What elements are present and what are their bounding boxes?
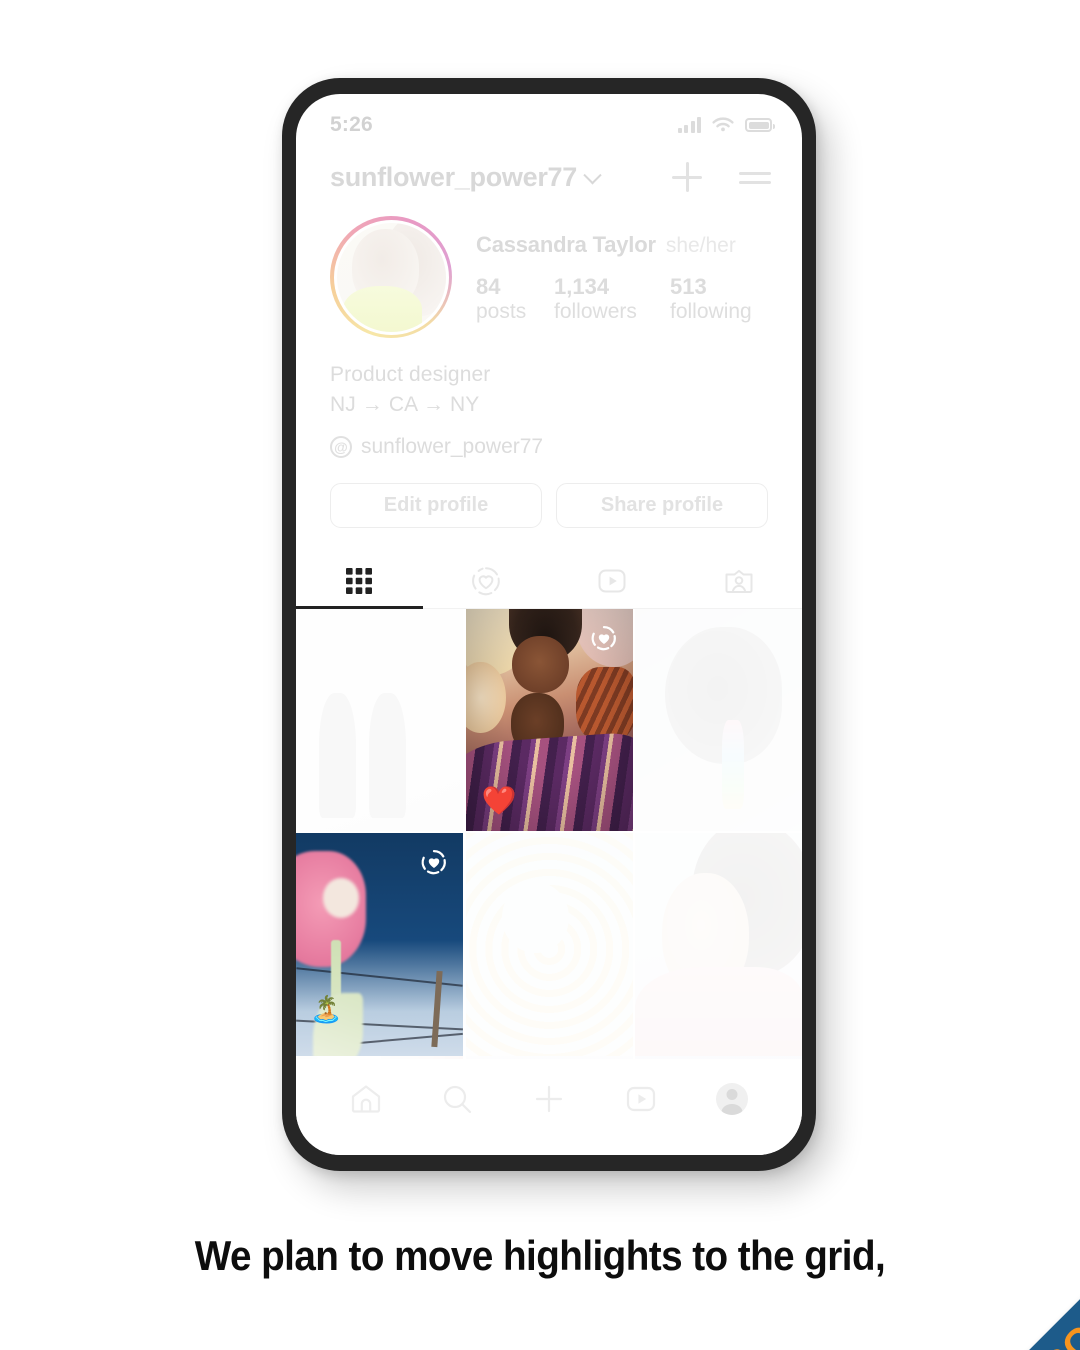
reels-play-icon [598, 569, 626, 593]
grid-icon [346, 567, 373, 594]
header-username: sunflower_power77 [330, 161, 577, 192]
stat-following[interactable]: 513 following [670, 274, 780, 325]
stat-following-label: following [670, 299, 752, 323]
highlight-heart-badge-icon [591, 625, 616, 651]
heart-circle-icon [471, 567, 500, 596]
tagged-person-icon [725, 569, 753, 593]
status-time: 5:26 [330, 113, 373, 136]
bottom-navigation [296, 1059, 802, 1155]
caption-text: We plan to move highlights to the grid, [194, 1232, 886, 1279]
edit-profile-button[interactable]: Edit profile [330, 482, 542, 528]
posts-grid: ❤️ 🏝️ [296, 608, 802, 1056]
profile-stats: 84 posts 1,134 followers 513 following [476, 274, 780, 325]
stat-followers-count: 1,134 [554, 273, 610, 299]
grid-cell-6[interactable] [635, 833, 802, 1056]
grid-tab[interactable] [296, 554, 423, 609]
nav-create[interactable] [503, 1073, 595, 1125]
wifi-icon [712, 117, 734, 131]
grid-cell-2[interactable]: ❤️ [465, 608, 633, 831]
cellular-signal-icon [677, 117, 701, 133]
phone-frame: 5:26 sunflower_power77 Cassandra Taylor … [282, 78, 816, 1171]
chevron-down-icon [583, 165, 602, 184]
stat-posts-count: 84 [476, 273, 501, 299]
highlights-tab[interactable] [423, 554, 550, 608]
plus-icon[interactable] [668, 158, 706, 196]
phone-screen: 5:26 sunflower_power77 Cassandra Taylor … [296, 94, 802, 1155]
threads-icon: @ [330, 435, 352, 458]
avatar-story-ring[interactable] [330, 216, 452, 338]
stat-followers-label: followers [554, 299, 637, 323]
post-emoji: 🏝️ [310, 993, 343, 1024]
share-profile-button[interactable]: Share profile [556, 482, 768, 528]
name-row: Cassandra Taylor she/her [476, 232, 780, 258]
profile-full-name: Cassandra Taylor [476, 231, 656, 257]
reels-tab[interactable] [549, 554, 676, 608]
hamburger-menu-icon[interactable] [738, 162, 772, 192]
profile-bio: Product designer NJ → CA → NY [296, 338, 802, 421]
home-icon [351, 1085, 380, 1113]
post-emoji: ❤️ [481, 784, 517, 816]
nav-profile[interactable] [686, 1073, 778, 1125]
nav-search[interactable] [412, 1073, 504, 1125]
stat-followers[interactable]: 1,134 followers [554, 274, 670, 325]
nav-home[interactable] [320, 1073, 412, 1125]
stat-posts-label: posts [476, 299, 527, 323]
nav-reels[interactable] [595, 1073, 687, 1125]
battery-icon [745, 118, 775, 132]
threads-link[interactable]: @ sunflower_power77 [296, 421, 802, 459]
grid-cell-3[interactable] [635, 608, 802, 831]
account-switcher[interactable]: sunflower_power77 [330, 162, 658, 193]
threads-handle: sunflower_power77 [361, 434, 544, 458]
grid-cell-1[interactable] [296, 608, 463, 831]
grid-cell-4[interactable]: 🏝️ [296, 833, 463, 1056]
avatar [333, 219, 449, 335]
bio-line-2: NJ → CA → NY [330, 393, 480, 417]
highlight-heart-badge-icon [421, 850, 446, 875]
grid-cell-5[interactable] [465, 833, 633, 1056]
stat-posts[interactable]: 84 posts [476, 274, 554, 325]
watermark-text: THXF.ORG [927, 1315, 1080, 1350]
tagged-tab[interactable] [676, 554, 803, 608]
search-icon [444, 1085, 472, 1114]
plus-icon [535, 1085, 563, 1113]
status-bar: 5:26 [296, 94, 802, 148]
stat-following-count: 513 [670, 273, 707, 299]
profile-pronouns: she/her [665, 233, 736, 257]
reels-play-icon [626, 1086, 655, 1112]
status-icons [677, 117, 775, 134]
profile-summary: Cassandra Taylor she/her 84 posts 1,134 … [296, 206, 802, 338]
screenshot-canvas: 5:26 sunflower_power77 Cassandra Taylor … [0, 0, 1080, 1350]
profile-actions: Edit profile Share profile [296, 459, 802, 528]
bio-line-1: Product designer [330, 363, 491, 386]
watermark-text-b: .ORG [1001, 1315, 1080, 1350]
profile-avatar-icon [716, 1083, 749, 1115]
app-header: sunflower_power77 [296, 148, 802, 206]
profile-tabs [296, 554, 802, 609]
profile-details: Cassandra Taylor she/her 84 posts 1,134 … [476, 230, 780, 325]
